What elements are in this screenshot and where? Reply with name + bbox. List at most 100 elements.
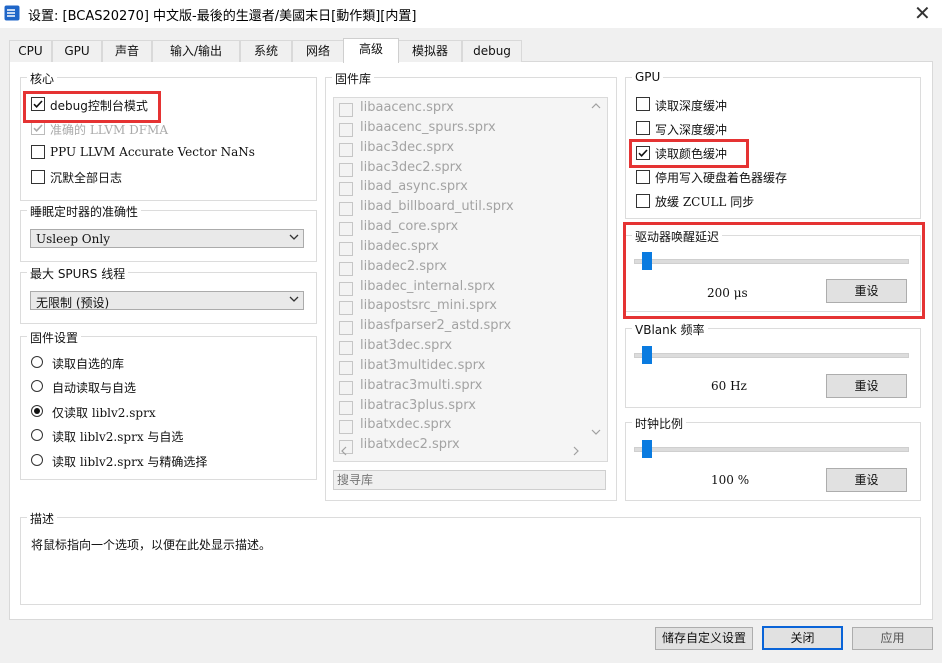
lib-checkbox[interactable]	[339, 361, 353, 375]
disable-shader-cache-label: 停用写入硬盘着色器缓存	[655, 169, 787, 186]
sleep-timer-title: 睡眠定时器的准确性	[27, 203, 141, 220]
lib-checkbox[interactable]	[339, 202, 353, 216]
relaxed-zcull-checkbox[interactable]	[636, 194, 650, 208]
liblv2-only-radio[interactable]	[31, 405, 43, 417]
tab-advanced[interactable]: 高级	[343, 38, 399, 63]
lib-checkbox[interactable]	[339, 321, 353, 335]
liblv2-custom-label: 读取 liblv2.sprx 与自选	[52, 428, 183, 445]
write-depth-buffer-checkbox[interactable]	[636, 121, 650, 135]
load-custom-libs-label: 读取自选的库	[52, 355, 124, 372]
lib-checkbox[interactable]	[339, 381, 353, 395]
accurate-llvm-dfma-checkbox[interactable]	[31, 121, 45, 135]
vblank-slider[interactable]	[634, 353, 909, 358]
driver-wake-slider[interactable]	[634, 259, 909, 264]
lib-name: libad_async.sprx	[360, 179, 468, 194]
close-button[interactable]: 关闭	[762, 626, 843, 650]
liblv2-custom-radio[interactable]	[31, 429, 43, 441]
save-custom-button[interactable]: 储存自定义设置	[655, 627, 753, 650]
lib-name: libapostsrc_mini.sprx	[360, 298, 497, 313]
read-depth-buffer-label: 读取深度缓冲	[655, 97, 727, 114]
lib-name: libadec.sprx	[360, 239, 439, 254]
auto-load-custom-label: 自动读取与自选	[52, 379, 136, 396]
ppu-llvm-nans-label: PPU LLVM Accurate Vector NaNs	[50, 145, 255, 159]
gpu-group-title: GPU	[632, 70, 663, 84]
search-libs-input[interactable]	[334, 471, 597, 489]
lib-name: libad_core.sprx	[360, 219, 458, 234]
tab-debug[interactable]: debug	[462, 40, 522, 62]
tab-gpu[interactable]: GPU	[52, 40, 102, 62]
tab-io[interactable]: 输入/输出	[152, 40, 240, 62]
silence-logs-checkbox[interactable]	[31, 170, 45, 184]
lib-checkbox[interactable]	[339, 401, 353, 415]
tab-emulator[interactable]: 模拟器	[398, 40, 462, 62]
clock-scale-slider[interactable]	[634, 447, 909, 452]
debug-console-label: debug控制台模式	[50, 97, 148, 114]
accurate-llvm-dfma-label: 准确的 LLVM DFMA	[50, 121, 168, 138]
read-color-buffer-checkbox[interactable]	[636, 146, 650, 160]
lib-name: libad_billboard_util.sprx	[360, 199, 514, 214]
scroll-right-icon[interactable]	[572, 446, 580, 459]
clock-scale-value: 100 %	[711, 473, 749, 487]
lib-checkbox[interactable]	[339, 282, 353, 296]
lib-checkbox[interactable]	[339, 103, 353, 117]
write-depth-buffer-label: 写入深度缓冲	[655, 121, 727, 138]
search-libs-field[interactable]	[333, 470, 606, 490]
lib-checkbox[interactable]	[339, 163, 353, 177]
lib-checkbox[interactable]	[339, 182, 353, 196]
lib-checkbox[interactable]	[339, 420, 353, 434]
vblank-reset-button[interactable]: 重设	[826, 374, 907, 398]
liblv2-precise-radio[interactable]	[31, 454, 43, 466]
vblank-title: VBlank 频率	[632, 321, 708, 338]
silence-logs-label: 沉默全部日志	[50, 169, 122, 186]
lib-name: libac3dec2.sprx	[360, 160, 462, 175]
load-custom-libs-radio[interactable]	[31, 356, 43, 368]
sleep-timer-value: Usleep Only	[36, 232, 110, 246]
lib-checkbox[interactable]	[339, 123, 353, 137]
scroll-up-icon[interactable]	[591, 102, 601, 113]
spurs-value: 无限制 (预设)	[36, 294, 109, 311]
lib-checkbox[interactable]	[339, 222, 353, 236]
tab-audio[interactable]: 声音	[102, 40, 152, 62]
close-window-icon[interactable]: ✕	[914, 1, 931, 25]
description-group	[20, 517, 921, 605]
description-title: 描述	[27, 510, 57, 527]
tab-network[interactable]: 网络	[292, 40, 344, 62]
lib-checkbox[interactable]	[339, 262, 353, 276]
lib-checkbox[interactable]	[339, 341, 353, 355]
scroll-left-icon[interactable]	[340, 446, 348, 459]
liblv2-precise-label: 读取 liblv2.sprx 与精确选择	[52, 453, 207, 470]
vblank-value: 60 Hz	[711, 379, 747, 393]
apply-button[interactable]: 应用	[852, 627, 933, 650]
relaxed-zcull-label: 放缓 ZCULL 同步	[655, 193, 754, 210]
lib-name: libatxdec2.sprx	[360, 437, 460, 452]
vblank-slider-thumb[interactable]	[642, 346, 652, 364]
read-color-buffer-label: 读取颜色缓冲	[655, 145, 727, 162]
tab-system[interactable]: 系统	[240, 40, 292, 62]
ppu-llvm-nans-checkbox[interactable]	[31, 145, 45, 159]
lib-checkbox[interactable]	[339, 301, 353, 315]
clock-scale-slider-thumb[interactable]	[642, 440, 652, 458]
lib-name: libadec2.sprx	[360, 259, 447, 274]
auto-load-custom-radio[interactable]	[31, 380, 43, 392]
lib-name: libaacenc.sprx	[360, 100, 454, 115]
driver-wake-reset-button[interactable]: 重设	[826, 279, 907, 303]
firmware-libs-list[interactable]: libaacenc.sprx libaacenc_spurs.sprx liba…	[333, 97, 608, 462]
read-depth-buffer-checkbox[interactable]	[636, 97, 650, 111]
driver-wake-value: 200 μs	[707, 286, 748, 300]
tab-cpu[interactable]: CPU	[9, 40, 52, 62]
disable-shader-cache-checkbox[interactable]	[636, 170, 650, 184]
lib-checkbox[interactable]	[339, 242, 353, 256]
clock-scale-reset-button[interactable]: 重设	[826, 468, 907, 492]
lib-name: libatrac3plus.sprx	[360, 398, 476, 413]
spurs-select[interactable]: 无限制 (预设)	[30, 291, 304, 310]
lib-checkbox[interactable]	[339, 143, 353, 157]
clock-scale-title: 时钟比例	[632, 415, 686, 432]
debug-console-checkbox[interactable]	[31, 97, 45, 111]
sleep-timer-select[interactable]: Usleep Only	[30, 229, 304, 248]
scroll-down-icon[interactable]	[591, 428, 601, 439]
lib-name: libatrac3multi.sprx	[360, 378, 482, 393]
driver-wake-slider-thumb[interactable]	[642, 252, 652, 270]
driver-wake-title: 驱动器唤醒延迟	[632, 228, 722, 245]
app-icon	[4, 5, 20, 21]
chevron-down-icon	[289, 232, 299, 245]
